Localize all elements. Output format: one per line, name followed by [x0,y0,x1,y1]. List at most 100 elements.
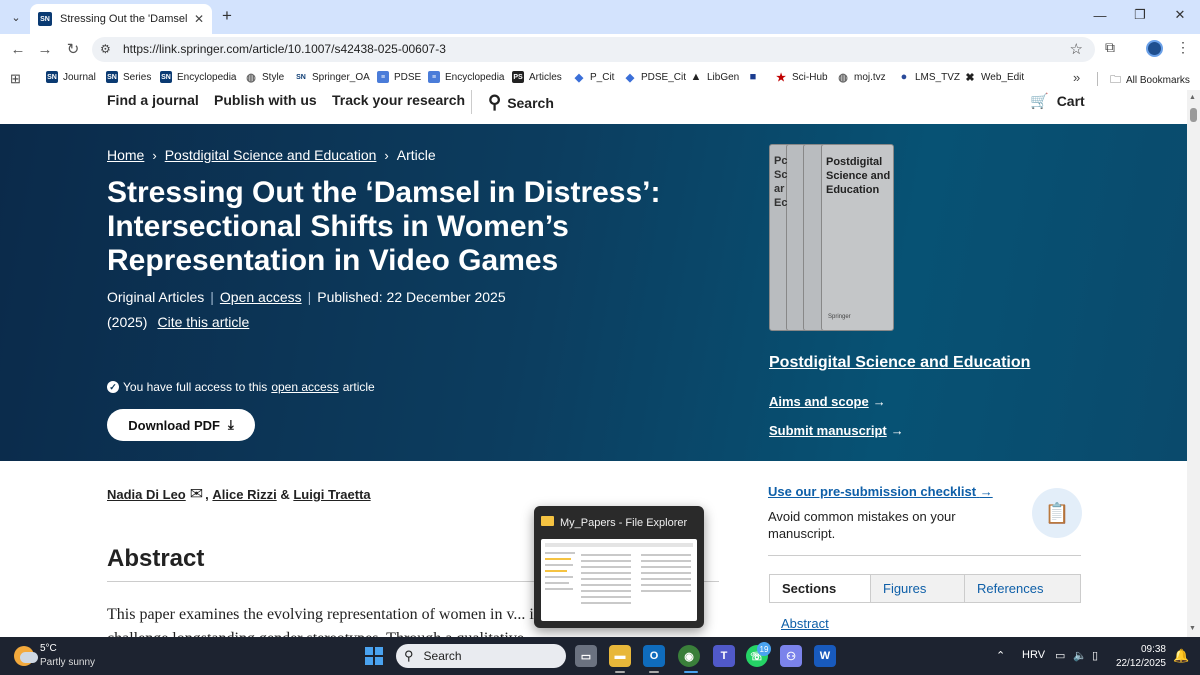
bookmark-item[interactable]: SN Springer_OA [295,71,370,83]
outlook-icon[interactable]: O [643,645,665,667]
cart-label: Cart [1056,93,1085,109]
access-open-access-link[interactable]: open access [271,380,338,394]
chrome-icon[interactable]: ◉ [678,645,700,667]
bookmark-label: Encyclopedia [445,71,505,83]
word-icon[interactable]: W [814,645,836,667]
active-app-indicator [684,671,698,673]
back-arrow-icon[interactable]: ← [8,39,28,59]
bookmark-item[interactable]: SN Series [106,71,151,83]
bookmark-item[interactable]: ◆ PDSE_Cit [624,71,686,84]
check-circle-icon: ✓ [107,381,119,393]
tab-figures[interactable]: Figures [871,575,965,602]
file-explorer-preview[interactable]: My_Papers - File Explorer [534,506,704,628]
email-icon[interactable]: ✉ [190,484,203,504]
cart-button[interactable]: 🛒 Cart [1030,92,1085,110]
all-bookmarks-button[interactable]: 🗀 All Bookmarks [1110,71,1190,90]
journal-cover[interactable]: Pc Sc ar Ec Postdigital Science and Educ… [769,144,894,331]
aims-scope-link[interactable]: Aims and scope → [769,394,886,409]
window-close-icon[interactable]: ✕ [1160,0,1200,30]
chevron-right-icon: › [384,147,389,163]
apps-grid-icon[interactable]: ⊞ [10,71,21,87]
author-list: Nadia Di Leo ✉ , Alice Rizzi & Luigi Tra… [107,484,371,504]
find-journal-link[interactable]: Find a journal [107,92,199,108]
bookmark-item[interactable]: ◍ moj.tvz [837,71,885,84]
breadcrumb-home[interactable]: Home [107,147,144,163]
explorer-thumbnail [541,539,697,621]
site-navigation: Find a journal Publish with us Track you… [0,90,1187,124]
download-pdf-button[interactable]: Download PDF ⤓ [107,409,255,441]
open-access-link[interactable]: Open access [220,289,302,305]
browser-menu-icon[interactable]: ⋮ [1176,39,1190,56]
journal-name-link[interactable]: Postdigital Science and Education [769,354,1030,372]
teams-classic-icon[interactable]: ⚇ [780,645,802,667]
section-link-abstract[interactable]: Abstract [781,616,829,631]
author-link[interactable]: Alice Rizzi [212,487,276,502]
doc-icon: ≡ [428,71,440,83]
forward-arrow-icon[interactable]: → [35,39,55,59]
clock-time: 09:38 [1140,644,1166,655]
site-info-icon[interactable]: ⚙ [100,42,111,56]
scroll-down-icon[interactable]: ▼ [1189,625,1196,632]
tab-references[interactable]: References [965,575,1080,602]
bookmark-item[interactable]: ≡ Encyclopedia [428,71,504,83]
bookmark-item[interactable]: ● LMS_TVZ [898,71,960,83]
author-separator: , [205,486,209,502]
tab-close-icon[interactable]: ✕ [194,12,204,26]
extensions-icon[interactable]: ⧉ [1105,39,1115,56]
bookmark-item[interactable]: PS Articles [512,71,562,83]
page-scrollbar[interactable]: ▲ ▼ [1187,90,1200,637]
article-nav-tabs: Sections Figures References [769,574,1081,603]
task-view-icon[interactable]: ▭ [575,645,597,667]
teams-icon[interactable]: T [713,645,735,667]
reload-icon[interactable]: ↻ [63,39,83,59]
new-tab-icon[interactable]: + [222,6,232,26]
author-link[interactable]: Luigi Traetta [293,487,370,502]
cover-spine-text: Pc Sc ar Ec [774,155,788,209]
breadcrumb-journal[interactable]: Postdigital Science and Education [165,147,377,163]
windows-start-icon[interactable] [365,647,383,665]
bookmark-item[interactable]: ◆ P_Cit [573,71,615,84]
x-icon: ✖ [965,71,975,84]
bookmark-item[interactable]: ▲ LibGen [690,71,740,83]
more-bookmarks-chevron-icon[interactable]: » [1073,70,1080,85]
taskbar-search[interactable]: ⚲ Search [396,644,566,668]
bookmark-item[interactable]: ■ [747,71,764,83]
display-icon[interactable]: ▭ [1055,649,1065,662]
bookmark-item[interactable]: SN Journal [46,71,96,83]
system-clock[interactable]: 09:38 22/12/2025 [1112,643,1166,671]
cart-icon: 🛒 [1030,93,1049,110]
bookmark-item[interactable]: ◍ Style [245,71,284,84]
publish-link[interactable]: Publish with us [214,92,317,108]
tab-sections[interactable]: Sections [770,575,871,602]
bookmark-item[interactable]: ✖ Web_Edit [964,71,1024,84]
presubmission-checklist-link[interactable]: Use our pre-submission checklist → [768,484,993,499]
bookmark-item[interactable]: ≡ PDSE [377,71,421,83]
submit-manuscript-link[interactable]: Submit manuscript → [769,423,904,438]
tab-search-chevron-icon[interactable]: ⌄ [6,7,26,27]
bookmark-item[interactable]: ★ Sci-Hub [775,71,828,84]
minimize-icon[interactable]: — [1080,0,1120,30]
weather-condition[interactable]: Partly sunny [40,657,95,668]
address-bar[interactable]: ⚙ https://link.springer.com/article/10.1… [92,37,1095,62]
file-explorer-icon[interactable]: ▬ [609,645,631,667]
browser-tab-active[interactable]: SN Stressing Out the 'Damsel in Di... ✕ [30,4,212,34]
active-app-indicator [649,671,659,673]
bookmark-item[interactable]: SN Encyclopedia [160,71,236,83]
tray-overflow-chevron-icon[interactable]: ⌃ [996,649,1005,662]
volume-icon[interactable]: 🔈 [1073,649,1087,662]
battery-icon[interactable]: ▯ [1092,649,1098,662]
weather-temperature[interactable]: 5°C [40,643,57,654]
scroll-up-icon[interactable]: ▲ [1189,94,1196,101]
circle-icon: ● [900,71,908,83]
track-research-link[interactable]: Track your research [332,92,465,108]
diamond-icon: ◆ [625,71,635,84]
cite-article-link[interactable]: Cite this article [157,314,249,330]
scrollbar-thumb[interactable] [1190,108,1197,122]
author-link[interactable]: Nadia Di Leo [107,487,186,502]
search-button[interactable]: ⚲ Search [488,92,554,113]
notification-bell-icon[interactable]: 🔔 [1173,648,1189,664]
input-language[interactable]: HRV [1022,649,1045,661]
profile-avatar[interactable] [1146,40,1163,57]
bookmark-star-icon[interactable]: ☆ [1070,40,1083,58]
restore-icon[interactable]: ❐ [1120,0,1160,30]
